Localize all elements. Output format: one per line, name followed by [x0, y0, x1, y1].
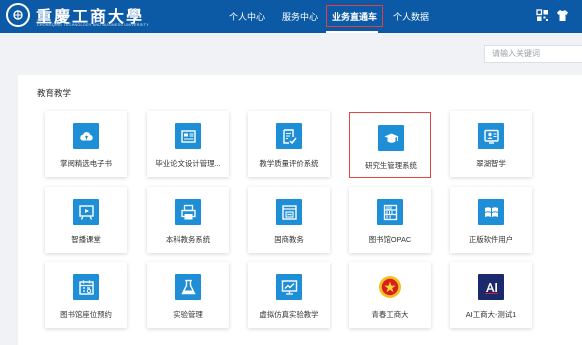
nav-personal-data[interactable]: 个人数据 [393, 0, 429, 33]
app-label: 掌阅精选电子书 [60, 159, 112, 168]
graduate-cap-icon [378, 125, 404, 151]
app-card-graduate-management[interactable]: 研究生管理系统 [349, 112, 431, 178]
app-card-cuihu-learning[interactable]: 翠湖智学 [450, 111, 532, 177]
window-icon [276, 199, 302, 225]
app-label: AI工商大-测试1 [465, 310, 517, 319]
bookshelf-icon [377, 199, 403, 225]
app-label: 实验管理 [173, 310, 203, 319]
university-logo[interactable]: 重慶工商大學 CHONGQING TECHNOLOGY AND BUSINESS… [6, 2, 176, 32]
windows-icon [478, 199, 504, 225]
ai-logo-icon [478, 274, 504, 300]
search-input[interactable]: 请输入关键词 [484, 45, 582, 63]
app-card-smart-classroom[interactable]: 智播课堂 [45, 187, 127, 253]
cloud-icon [73, 123, 99, 149]
youth-league-icon [377, 274, 403, 300]
university-emblem-icon [6, 3, 30, 27]
monitor-chart-icon [276, 274, 302, 300]
evaluation-icon [276, 123, 302, 149]
app-card-genuine-software[interactable]: 正版软件用户 [450, 187, 532, 253]
app-label: 智播课堂 [71, 235, 101, 244]
printer-icon [175, 199, 201, 225]
app-label: 正版软件用户 [468, 235, 514, 244]
app-label: 图书馆座位预约 [60, 310, 112, 319]
section-title: 教育教学 [37, 88, 72, 98]
app-card-library-seat[interactable]: 图书馆座位预约 [45, 262, 127, 328]
university-name-en: CHONGQING TECHNOLOGY AND BUSINESS UNIVER… [37, 23, 149, 27]
lab-flask-icon [175, 274, 201, 300]
nav-business-express[interactable]: 业务直通车 [326, 5, 384, 27]
active-nav-indicator [326, 31, 378, 33]
app-card-ebook[interactable]: 掌阅精选电子书 [45, 111, 127, 177]
thesis-icon [175, 123, 201, 149]
learning-icon [478, 123, 504, 149]
app-label: 虚拟仿真实验教学 [259, 310, 319, 319]
app-card-thesis[interactable]: 毕业论文设计管理... [147, 111, 229, 177]
app-label: 本科教务系统 [165, 235, 211, 244]
nav-service-center[interactable]: 服务中心 [282, 0, 318, 33]
app-card-lab-management[interactable]: 实验管理 [147, 262, 229, 328]
app-label: 研究生管理系统 [365, 161, 417, 170]
app-card-undergrad-affairs[interactable]: 本科教务系统 [147, 187, 229, 253]
app-card-teaching-evaluation[interactable]: 教学质量评价系统 [248, 111, 330, 177]
skin-theme-icon[interactable] [556, 9, 569, 22]
app-label: 毕业论文设计管理... [155, 159, 221, 168]
app-card-library-opac[interactable]: 图书馆OPAC [349, 187, 431, 253]
app-card-ai-ctbu-test[interactable]: AI工商大-测试1 [450, 262, 532, 328]
classroom-icon [73, 199, 99, 225]
app-label: 国商教务 [274, 235, 304, 244]
app-label: 翠湖智学 [476, 159, 506, 168]
nav-personal-center[interactable]: 个人中心 [229, 0, 265, 33]
calendar-icon [73, 274, 99, 300]
app-card-youth-ctbu[interactable]: 青春工商大 [349, 262, 431, 328]
app-label: 教学质量评价系统 [259, 159, 319, 168]
qr-code-icon[interactable] [536, 9, 549, 22]
app-card-guoshang-affairs[interactable]: 国商教务 [248, 187, 330, 253]
app-label: 图书馆OPAC [368, 235, 412, 244]
app-label: 青春工商大 [371, 310, 409, 319]
app-card-virtual-simulation[interactable]: 虚拟仿真实验教学 [248, 262, 330, 328]
